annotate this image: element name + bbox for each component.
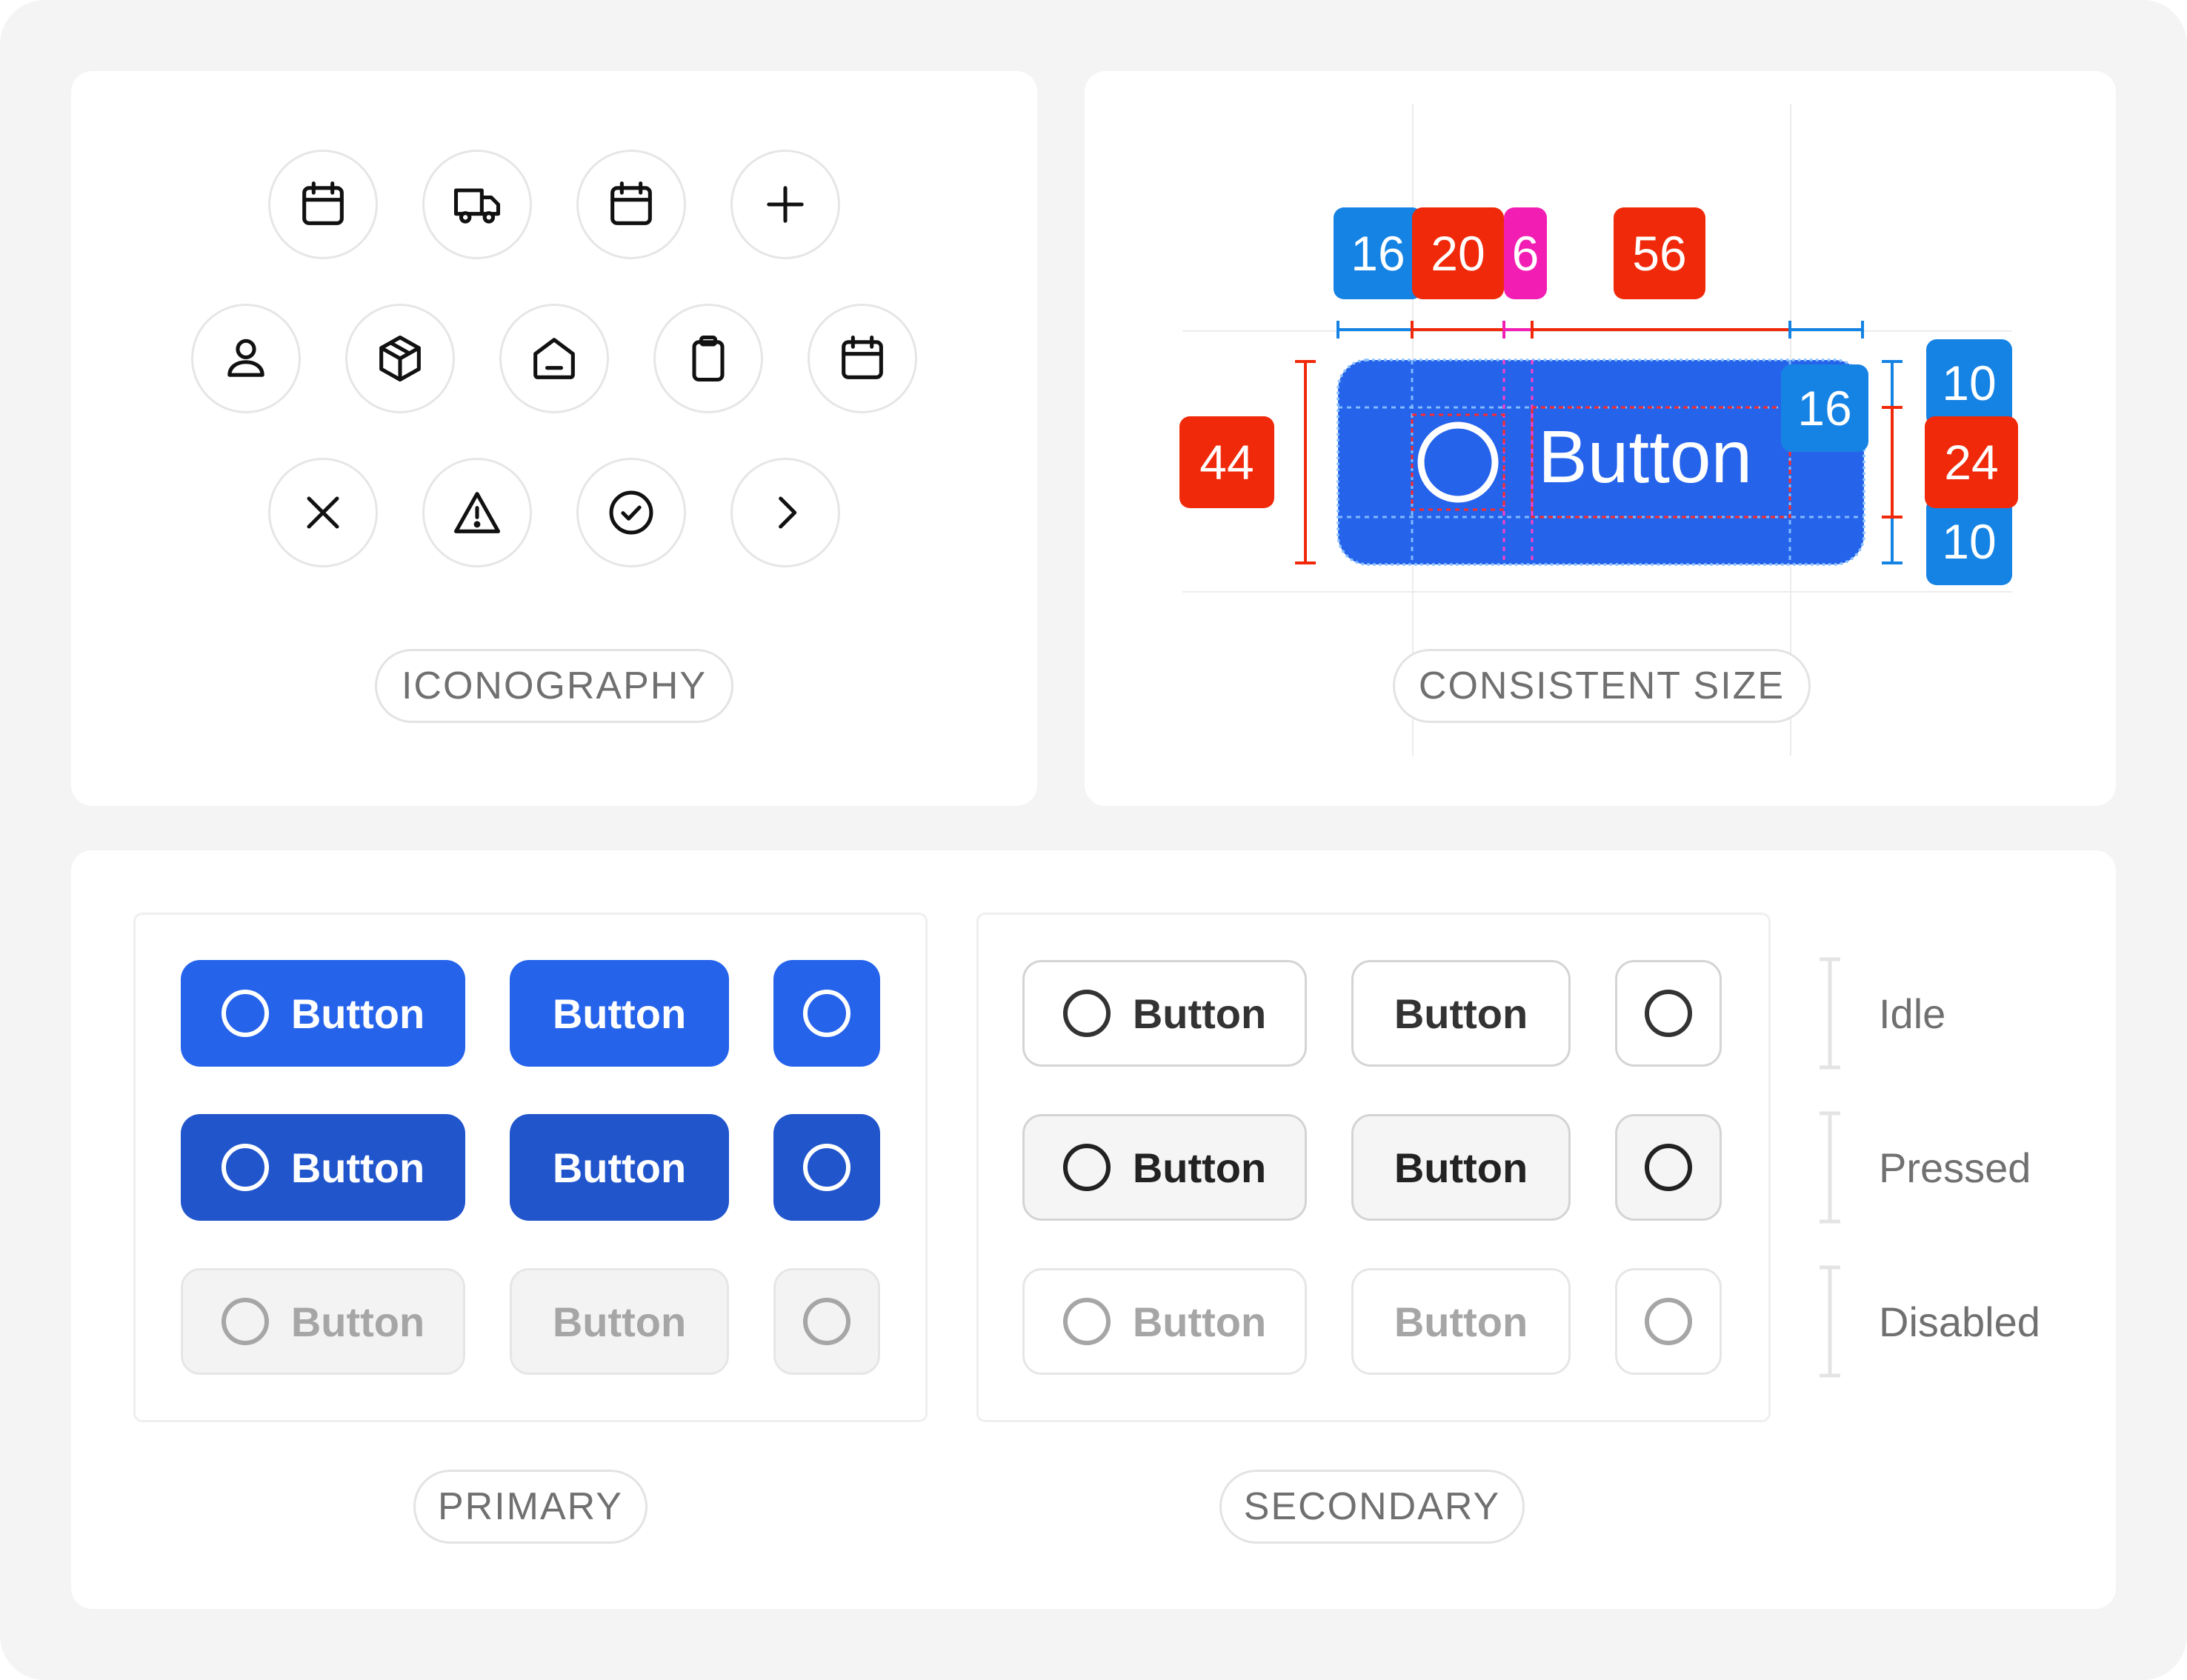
secondary-icon-only-button-idle[interactable] bbox=[1615, 960, 1722, 1067]
close-icon[interactable] bbox=[268, 458, 378, 567]
plus-icon[interactable] bbox=[730, 150, 840, 259]
measure-badge-icon-width: 20 bbox=[1412, 207, 1504, 299]
demo-button-label: Button bbox=[1538, 416, 1753, 499]
secondary-icon-button-idle[interactable]: Button bbox=[1022, 960, 1307, 1067]
calendar-icon[interactable] bbox=[808, 304, 917, 413]
secondary-icon-only-button-pressed[interactable] bbox=[1615, 1114, 1722, 1221]
secondary-button-idle[interactable]: Button bbox=[1351, 960, 1571, 1067]
state-bracket bbox=[1820, 957, 1840, 1070]
measure-badge-top-padding: 10 bbox=[1926, 339, 2012, 427]
primary-icon-only-button-idle[interactable] bbox=[773, 960, 880, 1067]
circle-icon bbox=[803, 990, 850, 1037]
primary-icon-button-disabled[interactable]: Button bbox=[181, 1268, 465, 1375]
primary-icon-only-button-disabled[interactable] bbox=[773, 1268, 880, 1375]
measure-badge-content-height: 24 bbox=[1925, 416, 2018, 508]
secondary-button-pressed[interactable]: Button bbox=[1351, 1114, 1571, 1221]
chevron-right-icon[interactable] bbox=[730, 458, 840, 567]
measure-badge-icon-gap: 6 bbox=[1504, 207, 1547, 299]
measure-badge-leading-padding: 16 bbox=[1334, 207, 1422, 299]
secondary-icon-button-pressed[interactable]: Button bbox=[1022, 1114, 1307, 1221]
circle-icon bbox=[221, 1298, 269, 1345]
secondary-label: SECONDARY bbox=[1219, 1470, 1525, 1544]
truck-icon[interactable] bbox=[422, 150, 532, 259]
state-bracket bbox=[1820, 1111, 1840, 1224]
measure-badge-button-height: 44 bbox=[1179, 416, 1274, 508]
primary-icon-only-button-pressed[interactable] bbox=[773, 1114, 880, 1221]
inner-height-measure-lines bbox=[1882, 360, 1903, 564]
home-icon[interactable] bbox=[499, 304, 609, 413]
check-circle-icon[interactable] bbox=[576, 458, 686, 567]
measure-badge-trailing-padding: 16 bbox=[1781, 364, 1868, 452]
state-label-idle: Idle bbox=[1879, 990, 1946, 1037]
circle-icon bbox=[1062, 1144, 1111, 1191]
circle-icon bbox=[1062, 990, 1111, 1037]
circle-icon bbox=[1645, 1144, 1692, 1191]
calendar-icon[interactable] bbox=[268, 150, 378, 259]
secondary-button-disabled[interactable]: Button bbox=[1351, 1268, 1571, 1375]
iconography-label: ICONOGRAPHY bbox=[375, 649, 733, 723]
measure-badge-bottom-padding: 10 bbox=[1926, 498, 2012, 585]
state-label-pressed: Pressed bbox=[1879, 1144, 2031, 1191]
consistent-size-label: CONSISTENT SIZE bbox=[1393, 649, 1811, 723]
width-measure-lines bbox=[1336, 321, 1864, 339]
calendar-icon[interactable] bbox=[576, 150, 686, 259]
warning-icon[interactable] bbox=[422, 458, 532, 567]
primary-button-disabled[interactable]: Button bbox=[510, 1268, 729, 1375]
circle-icon bbox=[221, 1144, 269, 1191]
primary-button-idle[interactable]: Button bbox=[510, 960, 729, 1067]
circle-icon bbox=[803, 1144, 850, 1191]
circle-icon bbox=[803, 1298, 850, 1345]
primary-button-pressed[interactable]: Button bbox=[510, 1114, 729, 1221]
measure-badge-label-width: 56 bbox=[1614, 207, 1705, 299]
circle-icon bbox=[221, 990, 269, 1037]
clipboard-icon[interactable] bbox=[653, 304, 763, 413]
guide-line bbox=[1182, 591, 2012, 593]
secondary-icon-only-button-disabled[interactable] bbox=[1615, 1268, 1722, 1375]
primary-icon-button-pressed[interactable]: Button bbox=[181, 1114, 465, 1221]
primary-icon-button-idle[interactable]: Button bbox=[181, 960, 465, 1067]
user-icon[interactable] bbox=[191, 304, 301, 413]
circle-icon bbox=[1645, 1298, 1692, 1345]
circle-icon bbox=[1645, 990, 1692, 1037]
secondary-icon-button-disabled[interactable]: Button bbox=[1022, 1268, 1307, 1375]
circle-icon bbox=[1062, 1298, 1111, 1345]
state-bracket bbox=[1820, 1265, 1840, 1378]
box-icon[interactable] bbox=[345, 304, 455, 413]
height-measure-line bbox=[1295, 360, 1316, 564]
primary-label: PRIMARY bbox=[413, 1470, 648, 1544]
state-label-disabled: Disabled bbox=[1879, 1299, 2040, 1345]
